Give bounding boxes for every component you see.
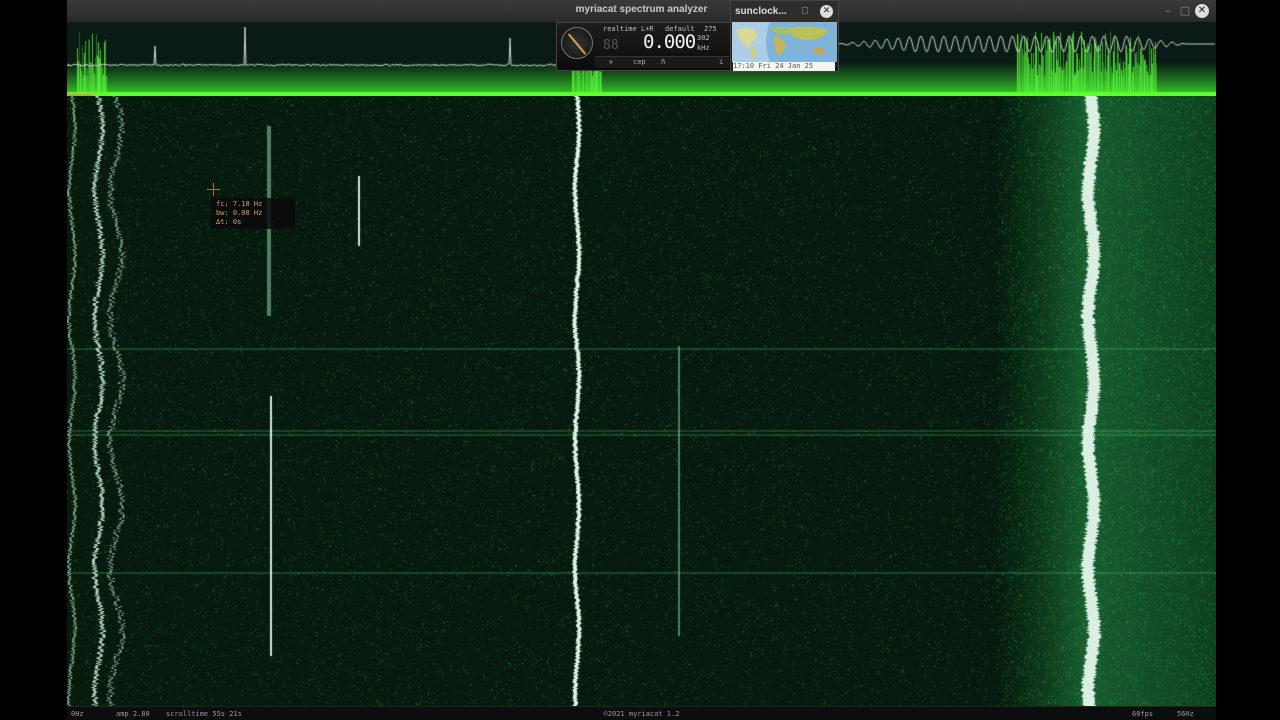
sunclock-close-button[interactable]: ✕ <box>820 5 833 18</box>
spectrum-analyzer-window: myriacat spectrum analyzer – □ ✕ realtim… <box>67 0 1216 720</box>
title-bar[interactable]: myriacat spectrum analyzer – □ ✕ <box>67 0 1216 23</box>
minimize-button[interactable]: – <box>1161 4 1175 18</box>
sunclock-window: sunclock... □ ✕ 17:10 Fri 24 Jan 25 <box>730 0 839 72</box>
cursor-frequency: fc: 7.18 Hz <box>216 200 263 208</box>
world-map <box>732 22 837 62</box>
freq-end-label: 56Hz <box>1177 710 1194 718</box>
waterfall-display[interactable] <box>67 96 1216 706</box>
letterbox-right <box>1216 0 1280 720</box>
sunclock-title-bar[interactable]: sunclock... □ ✕ <box>731 1 838 22</box>
cursor-delta-time: Δt: 0s <box>216 218 242 226</box>
down-button[interactable]: ⩔ <box>609 58 613 67</box>
cursor-bandwidth: bw: 0.00 Hz <box>216 209 263 217</box>
fps-label: 60fps <box>1132 710 1154 718</box>
filter-button[interactable]: ñ <box>661 58 665 66</box>
maximize-button[interactable]: □ <box>1178 4 1192 18</box>
knob-icon[interactable] <box>561 27 593 59</box>
window-title: myriacat spectrum analyzer <box>575 4 708 15</box>
close-button[interactable]: ✕ <box>1195 4 1209 18</box>
letterbox-left <box>0 0 67 720</box>
cursor-info-box: fc: 7.18 Hz bw: 0.00 Hz Δt: 0s <box>211 198 295 229</box>
control-widget: realtime L+R default 275 88 0.000 302 kH… <box>556 22 732 71</box>
sunclock-date: 17:10 Fri 24 Jan 25 <box>733 62 835 71</box>
status-bar: 0Hz amp 2.80 scrolltime 55s 21s ©2021 my… <box>67 706 1216 720</box>
info-button[interactable]: i <box>719 58 723 66</box>
widget-button-bar: ⩔ cep ñ i <box>595 56 729 68</box>
sunclock-maximize-button[interactable]: □ <box>802 5 808 16</box>
frequency-readout: 0.000 <box>643 31 696 53</box>
frequency-aux: 302 <box>697 34 710 42</box>
indicator-digits: 88 <box>603 38 619 53</box>
frequency-unit: kHz <box>697 44 710 52</box>
rate-label: 275 <box>704 25 717 33</box>
mode-label[interactable]: realtime <box>603 25 637 33</box>
crosshair-cursor-icon <box>207 183 220 196</box>
copyright-label: ©2021 myriacat 1.2 <box>603 710 680 718</box>
sunclock-title: sunclock... <box>735 6 787 17</box>
cep-button[interactable]: cep <box>633 58 646 66</box>
